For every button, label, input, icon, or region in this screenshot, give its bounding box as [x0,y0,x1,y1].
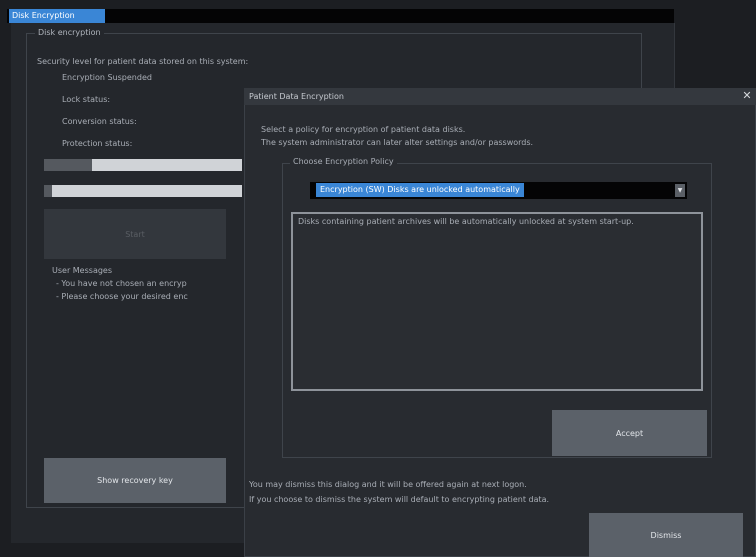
dialog-intro-line: The system administrator can later alter… [261,138,534,147]
user-message: - Please choose your desired enc [56,292,188,301]
chevron-down-icon[interactable]: ▼ [675,184,685,197]
lock-status-label: Lock status: [62,95,111,104]
dialog-intro-line: Select a policy for encryption of patien… [261,125,466,134]
user-message: - You have not chosen an encryp [56,279,187,288]
policy-description-box [291,212,703,391]
policy-select-value[interactable]: Encryption (SW) Disks are unlocked autom… [316,183,524,197]
user-messages-heading: User Messages [52,266,113,275]
progress-fill-2 [44,185,52,197]
show-recovery-key-button[interactable]: Show recovery key [44,458,226,503]
title-bar [7,9,674,23]
group-title: Disk encryption [35,28,104,37]
progress-bar-2 [44,185,242,197]
security-intro: Security level for patient data stored o… [37,57,249,66]
window-title: Disk Encryption [9,9,105,23]
dialog-footer-line: If you choose to dismiss the system will… [249,495,550,504]
protection-status-label: Protection status: [62,139,133,148]
close-icon[interactable]: ✕ [741,90,753,102]
accept-button[interactable]: Accept [552,410,707,456]
progress-bar-1 [44,159,242,171]
progress-fill-1 [44,159,92,171]
policy-description: Disks containing patient archives will b… [298,217,634,226]
dismiss-button[interactable]: Dismiss [589,513,743,557]
policy-group-title: Choose Encryption Policy [290,157,397,166]
conversion-status-label: Conversion status: [62,117,137,126]
encryption-status: Encryption Suspended [62,73,152,82]
start-button[interactable]: Start [44,209,226,259]
dialog-title: Patient Data Encryption [249,92,344,101]
dialog-footer-line: You may dismiss this dialog and it will … [249,480,527,489]
